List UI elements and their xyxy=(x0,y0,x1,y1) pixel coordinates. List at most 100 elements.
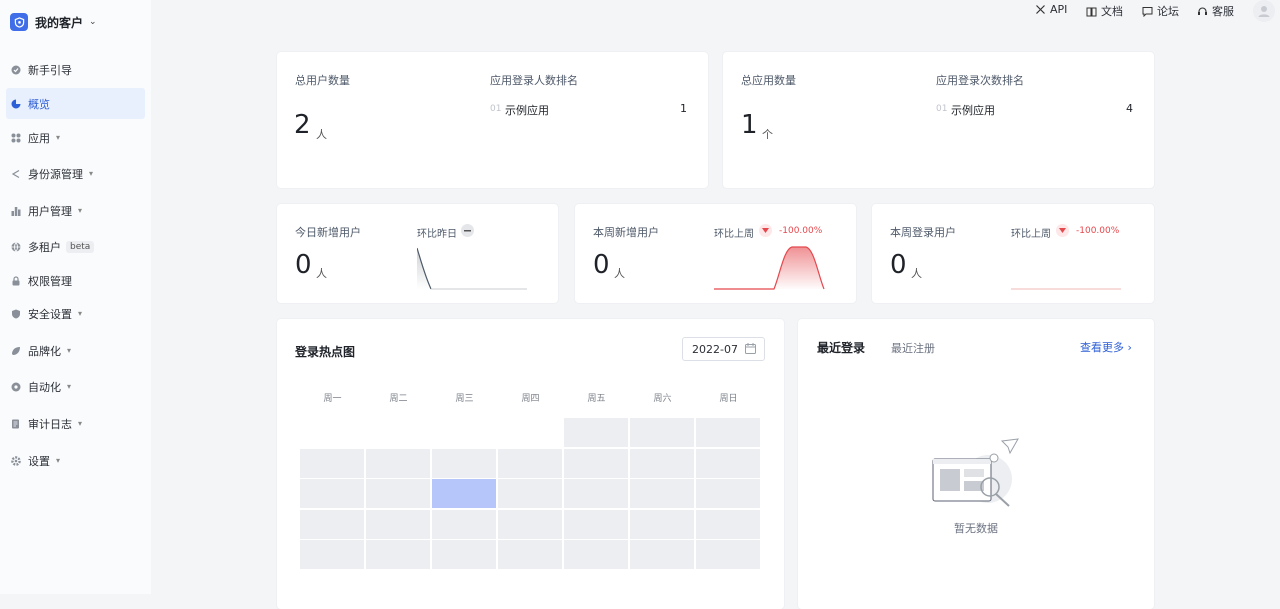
sidebar-item-automation[interactable]: 自动化 ▾ xyxy=(6,371,145,402)
heatmap-day-cell[interactable] xyxy=(696,509,760,539)
user-avatar[interactable] xyxy=(1253,0,1275,22)
heatmap-day-cell[interactable] xyxy=(300,540,364,569)
heatmap-day-cell[interactable] xyxy=(432,448,496,478)
shield-icon xyxy=(11,309,21,319)
overview-icon xyxy=(11,99,21,109)
today-new-users-label: 今日新增用户 xyxy=(295,226,361,239)
chevron-down-icon: ▾ xyxy=(67,382,72,391)
chevron-down-icon: ▾ xyxy=(89,169,94,178)
users-icon xyxy=(11,206,21,216)
sidebar-item-user-management[interactable]: 用户管理 ▾ xyxy=(6,195,145,226)
tenant-switcher[interactable]: 我的客户 ⌄ xyxy=(10,12,97,32)
heatmap-day-cell[interactable] xyxy=(432,479,496,508)
sidebar-item-audit-log[interactable]: 审计日志 ▾ xyxy=(6,408,145,439)
total-apps-unit: 个 xyxy=(762,128,773,141)
heatmap-day-cell[interactable] xyxy=(564,509,628,539)
rank-index: 01 xyxy=(936,104,948,114)
sidebar-item-guide[interactable]: 新手引导 xyxy=(6,54,145,85)
docs-link[interactable]: 文档 xyxy=(1086,3,1123,19)
heatmap-day-cell[interactable] xyxy=(432,509,496,539)
compare-last-week-label: 环比上周 xyxy=(714,229,754,240)
shield-logo-icon xyxy=(10,13,28,31)
sidebar-item-label: 自动化 xyxy=(28,380,61,394)
compare-last-week-label: 环比上周 xyxy=(1011,229,1051,240)
sidebar-item-label: 新手引导 xyxy=(28,63,72,77)
heatmap-day-cell[interactable] xyxy=(696,540,760,569)
sidebar-item-overview[interactable]: 概览 xyxy=(6,88,145,119)
total-apps-label: 总应用数量 xyxy=(741,74,796,87)
app-stats-card: 总应用数量 1 个 应用登录次数排名 01 示例应用 4 xyxy=(723,52,1154,188)
support-link[interactable]: 客服 xyxy=(1197,3,1234,19)
weekday-label: 周三 xyxy=(455,394,474,404)
compare-yesterday-label: 环比昨日 xyxy=(417,229,457,240)
tab-recent-login[interactable]: 最近登录 xyxy=(817,339,865,356)
chevron-down-icon: ▾ xyxy=(78,419,83,428)
lock-icon xyxy=(11,275,21,286)
view-more-link[interactable]: 查看更多 › xyxy=(1080,339,1132,355)
app-login-count-rank-label: 应用登录次数排名 xyxy=(936,74,1024,87)
heatmap-day-cell[interactable] xyxy=(300,509,364,539)
heatmap-day-cell[interactable] xyxy=(300,448,364,478)
api-link[interactable]: API xyxy=(1035,3,1067,16)
sidebar-item-multi-tenant[interactable]: 多租户 beta xyxy=(6,231,145,262)
chevron-down-icon: ⌄ xyxy=(89,17,97,27)
headset-icon xyxy=(1198,6,1207,15)
heatmap-day-cell[interactable] xyxy=(366,540,430,569)
heatmap-day-cell[interactable] xyxy=(366,448,430,478)
forum-link[interactable]: 论坛 xyxy=(1142,3,1179,19)
recent-logins-card: 最近登录 最近注册 查看更多 › 暂无数据 xyxy=(798,319,1154,609)
heatmap-day-cell[interactable] xyxy=(630,540,694,569)
weekday-label: 周二 xyxy=(389,394,408,404)
total-apps-value: 1 xyxy=(741,110,758,140)
rank-index: 01 xyxy=(490,104,502,114)
sidebar-item-security[interactable]: 安全设置 ▾ xyxy=(6,298,145,329)
tab-recent-register[interactable]: 最近注册 xyxy=(891,340,935,356)
heatmap-day-cell[interactable] xyxy=(630,479,694,508)
sidebar-item-settings[interactable]: 设置 ▾ xyxy=(6,445,145,476)
sidebar-item-permissions[interactable]: 权限管理 xyxy=(6,265,145,296)
heatmap-day-cell[interactable] xyxy=(498,509,562,539)
heatmap-day-cell[interactable] xyxy=(300,479,364,508)
rank-app-name: 示例应用 xyxy=(951,104,995,117)
heatmap-day-cell[interactable] xyxy=(498,448,562,478)
chevron-down-icon: ▾ xyxy=(78,309,83,318)
sidebar-item-label: 设置 xyxy=(28,454,50,468)
sidebar-item-branding[interactable]: 品牌化 ▾ xyxy=(6,335,145,366)
heatmap-day-cell[interactable] xyxy=(564,479,628,508)
month-picker[interactable]: 2022-07 xyxy=(682,337,765,361)
heatmap-day-cell[interactable] xyxy=(564,418,628,447)
user-stats-card: 总用户数量 2 人 应用登录人数排名 01 示例应用 1 xyxy=(277,52,708,188)
sidebar-item-identity-source[interactable]: 身份源管理 ▾ xyxy=(6,158,145,189)
tenant-name: 我的客户 xyxy=(35,15,84,30)
sidebar-item-label: 安全设置 xyxy=(28,307,72,321)
beta-badge: beta xyxy=(66,240,95,253)
guide-icon xyxy=(11,65,21,75)
heatmap-day-cell[interactable] xyxy=(696,479,760,508)
heatmap-day-cell[interactable] xyxy=(630,448,694,478)
automation-icon xyxy=(11,382,21,392)
heatmap-day-cell[interactable] xyxy=(564,540,628,569)
sidebar-item-label: 应用 xyxy=(28,131,50,145)
heatmap-day-cell[interactable] xyxy=(366,509,430,539)
heatmap-day-cell[interactable] xyxy=(696,418,760,447)
week-new-users-label: 本周新增用户 xyxy=(593,226,659,239)
heatmap-day-cell[interactable] xyxy=(696,448,760,478)
heatmap-day-cell[interactable] xyxy=(366,479,430,508)
heatmap-day-cell[interactable] xyxy=(498,540,562,569)
docs-link-label: 文档 xyxy=(1101,5,1123,18)
heatmap-day-cell[interactable] xyxy=(498,479,562,508)
sidebar-item-apps[interactable]: 应用 ▾ xyxy=(6,122,145,153)
heatmap-day-cell[interactable] xyxy=(630,509,694,539)
heatmap-day-cell[interactable] xyxy=(432,540,496,569)
week-login-users-label: 本周登录用户 xyxy=(890,226,956,239)
today-trend-sparkline xyxy=(417,247,527,290)
week-login-users-card: 本周登录用户 0 人 环比上周 -100.00% xyxy=(872,204,1154,303)
rank-app-value: 1 xyxy=(680,102,687,115)
month-picker-value: 2022-07 xyxy=(692,342,738,356)
weekday-label: 周五 xyxy=(587,394,606,404)
forum-link-label: 论坛 xyxy=(1157,5,1179,18)
heatmap-day-cell[interactable] xyxy=(564,448,628,478)
sidebar-item-label: 用户管理 xyxy=(28,204,72,218)
heatmap-day-cell[interactable] xyxy=(630,418,694,447)
api-link-label: API xyxy=(1050,3,1068,16)
